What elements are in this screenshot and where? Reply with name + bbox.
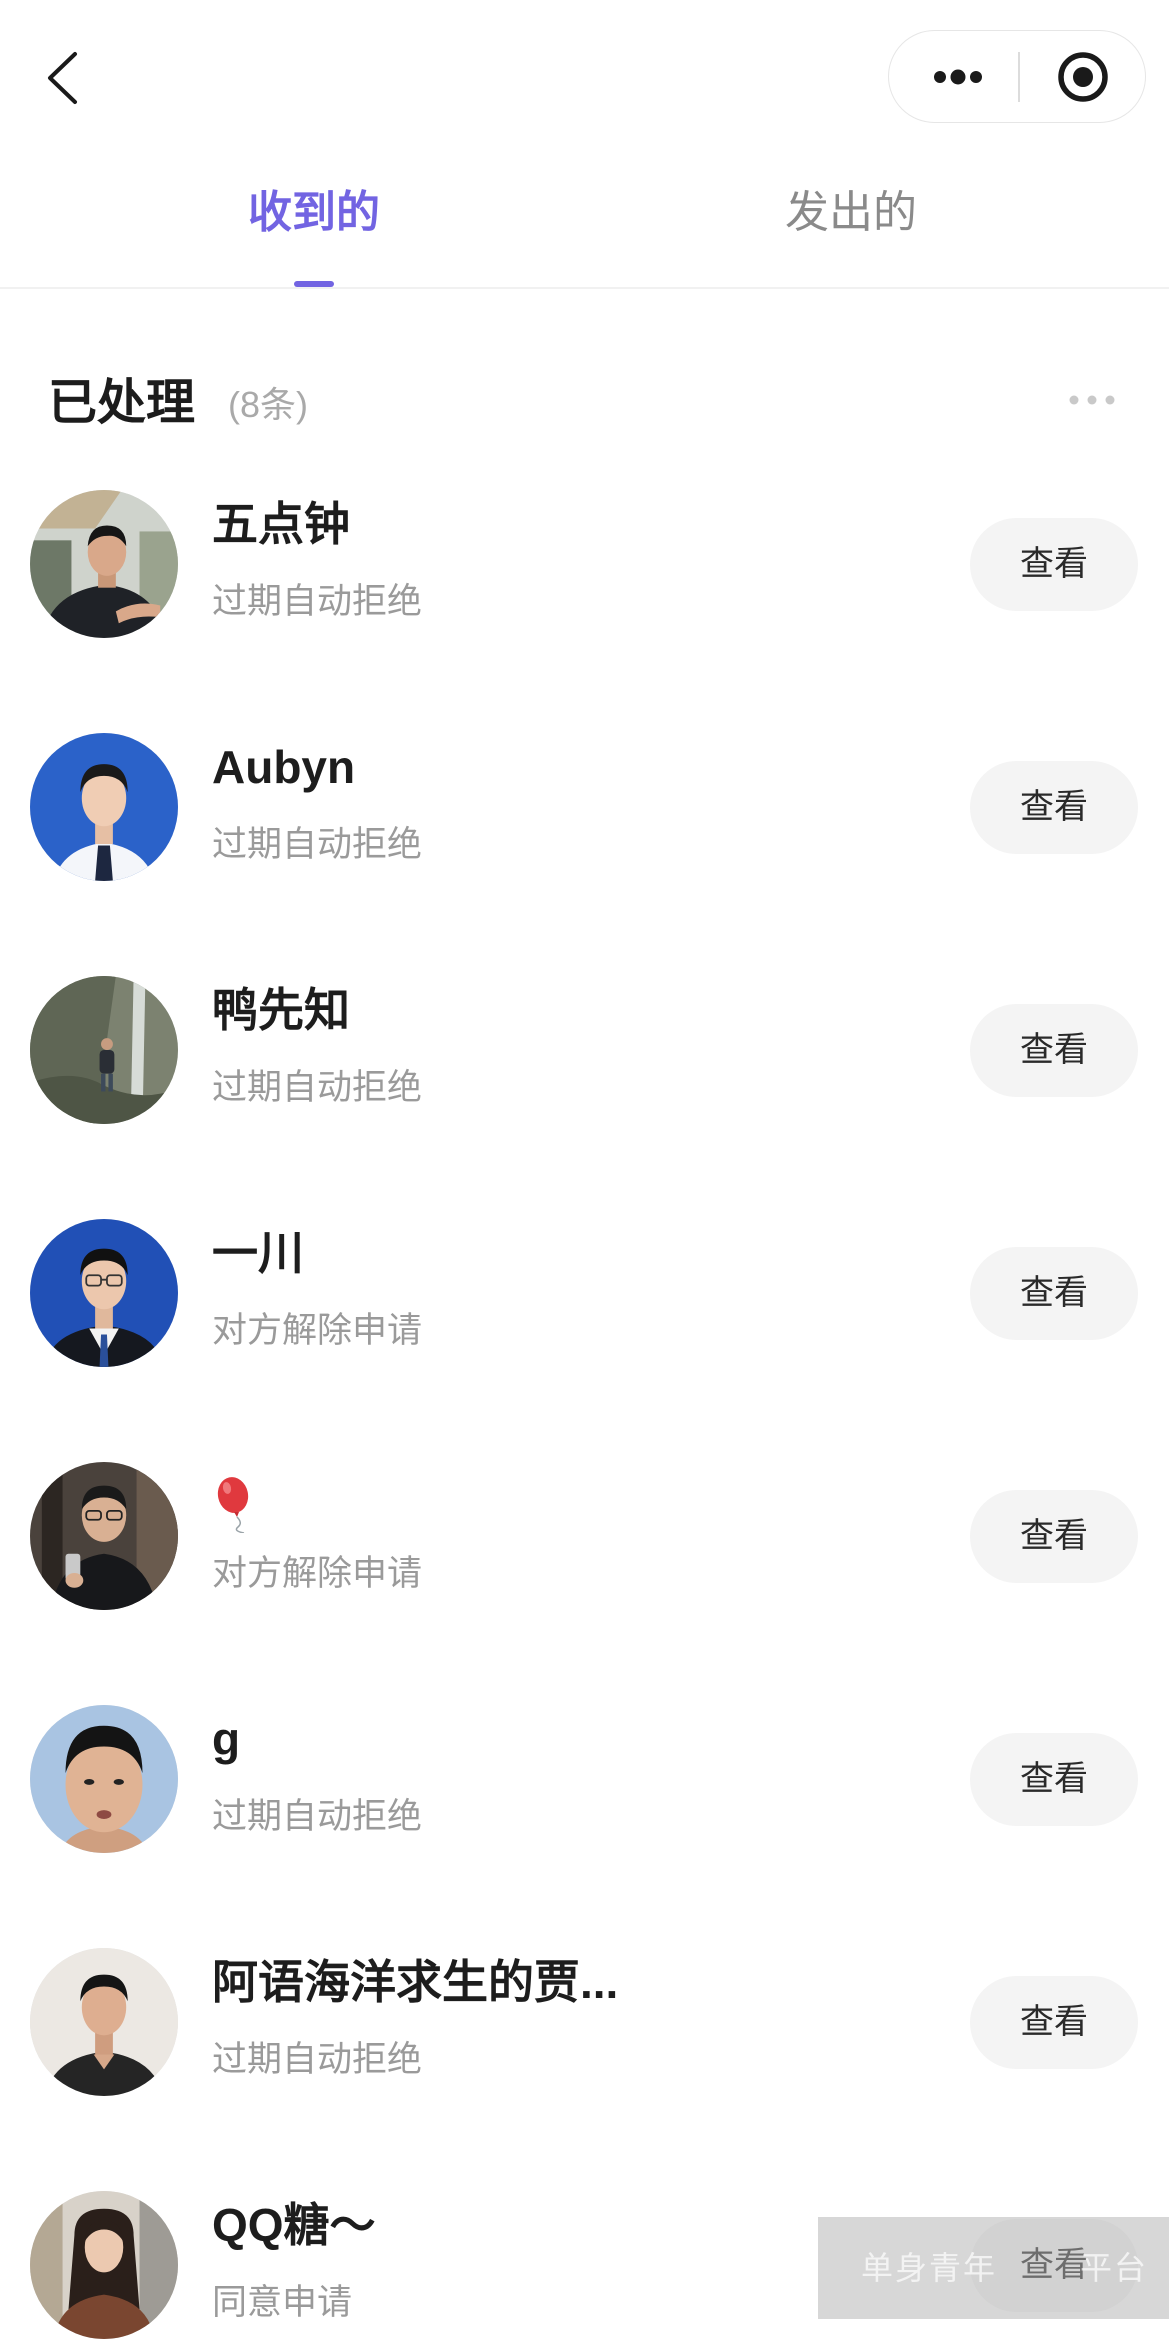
status-text: 对方解除申请 xyxy=(212,1554,423,1593)
list-item[interactable]: 五点钟 过期自动拒绝 查看 xyxy=(0,443,1169,686)
section-title: 已处理 xyxy=(48,376,196,430)
section-count: (8条) xyxy=(228,384,308,425)
watermark: 单身青年 平台 xyxy=(818,2217,1169,2319)
tab-sent[interactable]: 发出的 xyxy=(731,180,971,246)
avatar xyxy=(30,490,178,638)
list-item[interactable]: 鸭先知 过期自动拒绝 查看 xyxy=(0,929,1169,1172)
target-icon[interactable] xyxy=(1051,45,1115,109)
view-button[interactable]: 查看 xyxy=(970,1490,1138,1583)
tab-divider xyxy=(0,287,1169,289)
avatar xyxy=(30,1705,178,1853)
balloon-icon xyxy=(217,1477,249,1533)
more-dots-icon[interactable] xyxy=(925,59,991,95)
list-item[interactable]: 阿语海洋求生的贾... 过期自动拒绝 查看 xyxy=(0,1901,1169,2144)
avatar xyxy=(30,1948,178,2096)
tab-received[interactable]: 收到的 xyxy=(194,180,434,246)
view-button[interactable]: 查看 xyxy=(970,1733,1138,1826)
status-text: 同意申请 xyxy=(212,2283,353,2322)
avatar xyxy=(30,976,178,1124)
contact-name: 五点钟 xyxy=(212,498,350,550)
list-item[interactable]: g 过期自动拒绝 查看 xyxy=(0,1658,1169,1901)
status-text: 过期自动拒绝 xyxy=(212,1797,423,1836)
view-button[interactable]: 查看 xyxy=(970,1004,1138,1097)
avatar xyxy=(30,733,178,881)
status-text: 过期自动拒绝 xyxy=(212,582,423,621)
request-list: 五点钟 过期自动拒绝 查看 Aubyn 过期自动拒绝 查看 鸭先知 过期自动拒绝… xyxy=(0,443,1169,2342)
contact-name: g xyxy=(212,1713,241,1765)
view-button[interactable]: 查看 xyxy=(970,761,1138,854)
contact-name: 鸭先知 xyxy=(212,984,350,1036)
avatar xyxy=(30,2191,178,2339)
back-chevron-icon[interactable] xyxy=(40,48,84,108)
list-item[interactable]: 对方解除申请 查看 xyxy=(0,1415,1169,1658)
avatar xyxy=(30,1219,178,1367)
list-item[interactable]: Aubyn 过期自动拒绝 查看 xyxy=(0,686,1169,929)
status-text: 过期自动拒绝 xyxy=(212,825,423,864)
view-button[interactable]: 查看 xyxy=(970,518,1138,611)
contact-name: 一川 xyxy=(212,1227,304,1279)
view-button[interactable]: 查看 xyxy=(970,1976,1138,2069)
mini-program-capsule xyxy=(888,30,1146,123)
watermark-text: 平台 xyxy=(1080,2250,1149,2286)
avatar xyxy=(30,1462,178,1610)
capsule-divider xyxy=(1018,52,1020,102)
status-text: 过期自动拒绝 xyxy=(212,1068,423,1107)
view-button[interactable]: 查看 xyxy=(970,1247,1138,1340)
contact-name: QQ糖～ xyxy=(212,2199,376,2251)
list-item[interactable]: 一川 对方解除申请 查看 xyxy=(0,1172,1169,1415)
section-more-icon[interactable] xyxy=(1064,390,1120,410)
status-text: 过期自动拒绝 xyxy=(212,2040,423,2079)
status-text: 对方解除申请 xyxy=(212,1311,423,1350)
watermark-text: 单身青年 xyxy=(861,2250,998,2286)
contact-name: 阿语海洋求生的贾... xyxy=(212,1956,619,2008)
contact-name: Aubyn xyxy=(212,741,356,793)
